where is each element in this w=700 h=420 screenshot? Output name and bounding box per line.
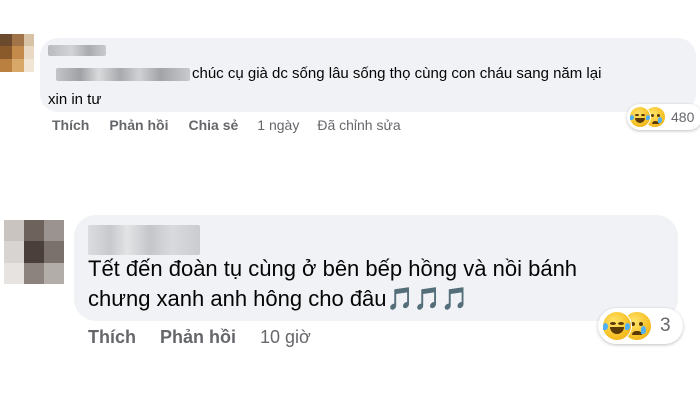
avatar-pixel: [0, 59, 12, 72]
comment-actions-2: Thích Phản hồi 10 giờ: [88, 326, 311, 348]
avatar-pixel: [44, 220, 64, 241]
reply-button[interactable]: Phản hồi: [109, 117, 168, 133]
avatar-pixel: [44, 263, 64, 284]
comment-timestamp[interactable]: 1 ngày: [257, 117, 299, 133]
avatar-pixel: [4, 220, 24, 241]
avatar-pixel: [4, 241, 24, 263]
like-button[interactable]: Thích: [88, 327, 136, 348]
avatar-pixel: [12, 46, 24, 59]
mention-redacted[interactable]: [56, 68, 190, 81]
comment-text-line-2: chưng xanh anh hông cho đâu🎵🎵🎵: [88, 286, 469, 311]
comment-actions-1: Thích Phản hồi Chia sẻ 1 ngày Đã chỉnh s…: [52, 116, 401, 134]
comment-text-line-1: chúc cụ già dc sống lâu sống thọ cùng co…: [192, 65, 602, 82]
share-button[interactable]: Chia sẻ: [188, 117, 238, 133]
avatar-pixel: [24, 241, 44, 263]
commenter-avatar-1[interactable]: [0, 34, 34, 72]
edited-label: Đã chỉnh sửa: [317, 117, 401, 133]
laughing-emoji-icon: [602, 311, 632, 341]
avatar-pixel: [12, 59, 24, 72]
comment-text-line-2: xin in tư: [48, 91, 102, 108]
comment-bubble-1: chúc cụ già dc sống lâu sống thọ cùng co…: [40, 38, 696, 112]
laughing-emoji-icon: [629, 106, 651, 128]
avatar-pixel: [24, 59, 34, 72]
comment-bubble-2: Tết đến đoàn tụ cùng ở bên bếp hồng và n…: [74, 215, 678, 321]
comment-timestamp[interactable]: 10 giờ: [260, 327, 311, 348]
avatar-pixel: [12, 34, 24, 46]
avatar-pixel: [0, 46, 12, 59]
commenter-name-redacted[interactable]: [48, 45, 106, 56]
reaction-summary-2[interactable]: 3: [598, 308, 683, 344]
reaction-summary-1[interactable]: 480: [627, 104, 700, 130]
commenter-avatar-2[interactable]: [4, 220, 64, 284]
reaction-count: 3: [660, 315, 671, 336]
avatar-pixel: [24, 220, 44, 241]
reply-button[interactable]: Phản hồi: [160, 327, 236, 348]
avatar-pixel: [0, 34, 12, 46]
comment-text-line-1: Tết đến đoàn tụ cùng ở bên bếp hồng và n…: [88, 256, 578, 281]
reaction-count: 480: [671, 109, 695, 125]
commenter-name-redacted[interactable]: [88, 225, 200, 255]
avatar-pixel: [44, 241, 64, 263]
avatar-pixel: [24, 46, 34, 59]
avatar-pixel: [24, 263, 44, 284]
avatar-pixel: [4, 263, 24, 284]
avatar-pixel: [24, 34, 34, 46]
like-button[interactable]: Thích: [52, 117, 89, 133]
